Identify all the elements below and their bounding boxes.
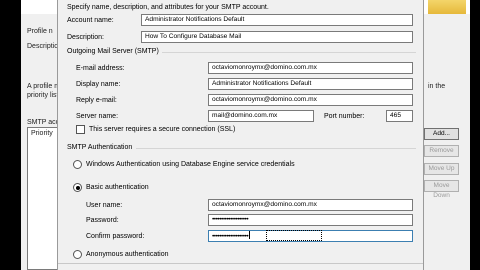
description-label: Description: (67, 34, 104, 41)
email-address-field[interactable]: octaviomonroymx@domino.com.mx (208, 62, 413, 74)
basic-auth-radio[interactable] (73, 183, 82, 192)
windows-auth-label[interactable]: Windows Authentication using Database En… (86, 160, 295, 169)
description-field[interactable]: How To Configure Database Mail (141, 31, 413, 43)
add-account-button[interactable]: Add... (424, 128, 459, 140)
display-name-label: Display name: (76, 81, 121, 88)
footer-divider (58, 263, 423, 264)
email-address-label: E-mail address: (76, 65, 125, 72)
smtp-account-dialog: Specify name, description, and attribute… (57, 0, 424, 270)
remove-account-button[interactable]: Remove (424, 145, 459, 157)
folder-icon (428, 0, 466, 14)
account-name-label: Account name: (67, 17, 114, 24)
user-name-label: User name: (86, 202, 123, 209)
parent-profile-name-label: Profile n (27, 28, 53, 35)
port-number-label: Port number: (324, 113, 365, 120)
confirm-password-label: Confirm password: (86, 233, 145, 240)
password-field[interactable]: •••••••••••••••••••• (208, 214, 413, 226)
confirm-password-value: •••••••••••••••••••• (212, 233, 249, 240)
parent-info-text-line1: A profile m (27, 83, 61, 90)
list-header-priority: Priority (31, 130, 53, 137)
account-name-field[interactable]: Administrator Notifications Default (141, 14, 413, 26)
windows-auth-radio[interactable] (73, 160, 82, 169)
focus-indicator (266, 230, 322, 241)
server-name-label: Server name: (76, 113, 119, 120)
reply-email-label: Reply e-mail: (76, 97, 117, 104)
server-name-field[interactable]: mail@domino.com.mx (208, 110, 314, 122)
parent-smtp-accounts-label: SMTP acc (27, 119, 60, 126)
screen: Profile n Descriptio A profile m priorit… (0, 0, 480, 270)
basic-auth-label[interactable]: Basic authentication (86, 183, 149, 192)
intro-text: Specify name, description, and attribute… (67, 4, 269, 11)
auth-section-divider (136, 148, 416, 149)
anonymous-auth-label[interactable]: Anonymous authentication (86, 250, 169, 259)
ssl-checkbox-label[interactable]: This server requires a secure connection… (89, 125, 235, 134)
anonymous-auth-radio[interactable] (73, 250, 82, 259)
reply-email-field[interactable]: octaviomonroymx@domino.com.mx (208, 94, 413, 106)
port-number-field[interactable]: 465 (386, 110, 413, 122)
outgoing-section-title: Outgoing Mail Server (SMTP) (67, 48, 159, 55)
parent-description-label: Descriptio (27, 43, 59, 50)
password-label: Password: (86, 217, 119, 224)
parent-info-text-line2: priority list (27, 92, 59, 99)
parent-info-text-right: in the (428, 83, 446, 90)
ssl-checkbox[interactable] (76, 125, 85, 134)
smtp-accounts-list[interactable]: Priority (27, 127, 58, 270)
display-name-field[interactable]: Administrator Notifications Default (208, 78, 413, 90)
move-down-button[interactable]: Move Down (424, 180, 459, 199)
auth-section-title: SMTP Authentication (67, 144, 133, 151)
text-caret (249, 231, 251, 239)
user-name-field[interactable]: octaviomonroymx@domino.com.mx (208, 199, 413, 211)
outgoing-section-divider (162, 52, 416, 53)
move-up-button[interactable]: Move Up (424, 163, 459, 175)
